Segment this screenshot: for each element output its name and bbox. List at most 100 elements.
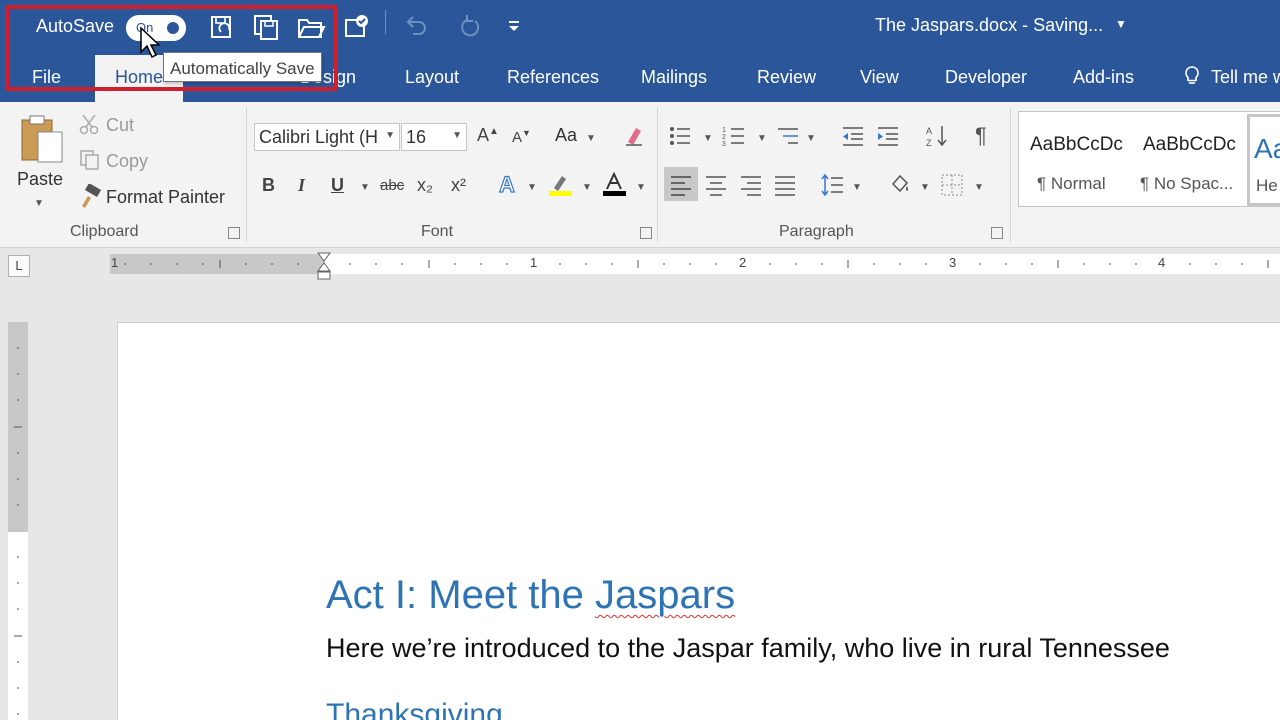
chevron-down-icon[interactable]: ▼ <box>920 182 930 193</box>
ruler-number: 1 <box>111 255 119 270</box>
shading-icon[interactable] <box>887 172 911 196</box>
undo-icon[interactable] <box>401 12 431 42</box>
style-heading1[interactable]: Aa He <box>1247 114 1280 206</box>
touch-mode-icon[interactable] <box>342 12 372 42</box>
style-name: He <box>1256 176 1278 195</box>
customize-qat-icon[interactable] <box>500 12 530 42</box>
indent-marker-icon[interactable] <box>316 251 332 281</box>
tab-review[interactable]: Review <box>757 67 816 88</box>
tab-developer[interactable]: Developer <box>945 67 1027 88</box>
qat-separator <box>385 10 386 34</box>
chevron-down-icon[interactable]: ▼ <box>974 182 984 193</box>
font-name-combo[interactable]: Calibri Light (H ▼ <box>254 123 400 151</box>
title-dropdown-icon[interactable]: ▼ <box>1115 17 1127 31</box>
tab-tell-me[interactable]: Tell me w <box>1211 67 1280 88</box>
ruler-number: 3 <box>949 255 957 270</box>
bold-button[interactable]: B <box>262 175 275 196</box>
svg-text:Z: Z <box>926 138 932 148</box>
group-separator <box>657 108 658 242</box>
vertical-ruler[interactable] <box>8 322 28 720</box>
numbering-icon[interactable]: 123 <box>722 124 746 148</box>
body-paragraph[interactable]: Here we’re introduced to the Jaspar fami… <box>326 633 1170 664</box>
show-formatting-icon[interactable]: ¶ <box>975 123 987 149</box>
style-name: ¶ No Spac... <box>1140 174 1234 193</box>
sort-icon[interactable]: AZ <box>925 124 949 148</box>
borders-icon[interactable] <box>940 173 964 197</box>
tab-selector-button[interactable]: L <box>8 255 30 277</box>
group-separator <box>246 108 247 242</box>
font-color-icon[interactable] <box>602 172 626 196</box>
copy-label[interactable]: Copy <box>106 151 148 172</box>
redo-icon[interactable] <box>455 12 485 42</box>
document-title: The Jaspars.docx - Saving... <box>875 15 1104 35</box>
ribbon: Paste ▼ Cut Copy Format Painter Clipboar… <box>0 102 1280 248</box>
underline-button[interactable]: U <box>331 175 344 196</box>
copy-icon[interactable] <box>78 148 102 172</box>
bullets-icon[interactable] <box>668 124 692 148</box>
ruler-ticks <box>124 260 1269 268</box>
horizontal-ruler[interactable]: 1 1 2 3 4 <box>110 254 1280 274</box>
font-size-value: 16 <box>406 127 427 147</box>
document-page[interactable]: Act I: Meet the Jaspars Here we’re intro… <box>117 322 1280 720</box>
chevron-down-icon[interactable]: ▼ <box>582 182 592 193</box>
multilevel-list-icon[interactable] <box>776 124 800 148</box>
change-case-button[interactable]: Aa <box>555 125 577 146</box>
text-effects-icon[interactable]: A <box>498 171 515 198</box>
italic-button[interactable]: I <box>298 175 305 196</box>
decrease-indent-icon[interactable] <box>841 124 865 148</box>
chevron-down-icon[interactable]: ▼ <box>757 133 767 144</box>
mouse-cursor-icon <box>140 26 161 59</box>
misspelled-word: Jaspars <box>595 573 736 617</box>
font-name-value: Calibri Light (H <box>259 127 379 147</box>
format-painter-label[interactable]: Format Painter <box>106 187 225 208</box>
grow-font-icon[interactable]: A▲ <box>477 125 499 146</box>
cut-icon[interactable] <box>78 112 102 136</box>
chevron-down-icon[interactable]: ▼ <box>806 133 816 144</box>
clear-formatting-icon[interactable] <box>622 124 646 148</box>
paste-dropdown-icon[interactable]: ▼ <box>34 198 44 209</box>
tab-layout[interactable]: Layout <box>405 67 459 88</box>
paste-label[interactable]: Paste <box>17 169 63 190</box>
superscript-button[interactable]: x² <box>451 175 466 196</box>
shrink-font-icon[interactable]: A▼ <box>512 128 531 146</box>
align-center-icon[interactable] <box>704 173 728 197</box>
chevron-down-icon[interactable]: ▼ <box>852 182 862 193</box>
strikethrough-button[interactable]: abc <box>380 177 404 194</box>
tab-add-ins[interactable]: Add-ins <box>1073 67 1134 88</box>
style-sample: AaBbCcDc <box>1143 134 1236 155</box>
styles-gallery: AaBbCcDc ¶ Normal AaBbCcDc ¶ No Spac... … <box>1018 111 1280 207</box>
ruler-number: 1 <box>530 255 538 270</box>
paragraph-launcher-icon[interactable] <box>991 227 1003 239</box>
font-launcher-icon[interactable] <box>640 227 652 239</box>
lightbulb-icon[interactable] <box>1181 65 1203 87</box>
svg-text:3: 3 <box>722 141 726 148</box>
chevron-down-icon[interactable]: ▼ <box>360 182 370 193</box>
chevron-down-icon[interactable]: ▼ <box>703 133 713 144</box>
align-right-icon[interactable] <box>739 173 763 197</box>
heading-thanksgiving[interactable]: Thanksgiving <box>326 698 503 720</box>
line-spacing-icon[interactable] <box>821 173 845 197</box>
tab-view[interactable]: View <box>860 67 899 88</box>
chevron-down-icon[interactable]: ▼ <box>527 182 537 193</box>
cut-label[interactable]: Cut <box>106 115 134 136</box>
font-size-combo[interactable]: 16 ▼ <box>401 123 467 151</box>
highlight-icon[interactable] <box>548 172 572 196</box>
ruler-ticks <box>14 347 22 715</box>
increase-indent-icon[interactable] <box>876 124 900 148</box>
paste-icon[interactable] <box>18 114 66 166</box>
ruler-number: 2 <box>739 255 747 270</box>
clipboard-launcher-icon[interactable] <box>228 227 240 239</box>
tab-references[interactable]: References <box>507 67 599 88</box>
chevron-down-icon[interactable]: ▼ <box>586 133 596 144</box>
chevron-down-icon[interactable]: ▼ <box>636 182 646 193</box>
format-painter-icon[interactable] <box>78 184 102 208</box>
ruler-area: L 1 1 2 3 4 <box>0 248 1280 322</box>
subscript-button[interactable]: x₂ <box>417 175 433 196</box>
style-sample: Aa <box>1254 133 1280 164</box>
heading-act-1[interactable]: Act I: Meet the Jaspars <box>326 573 735 618</box>
style-sample: AaBbCcDc <box>1030 134 1123 155</box>
align-left-icon[interactable] <box>669 173 693 197</box>
tab-mailings[interactable]: Mailings <box>641 67 707 88</box>
svg-text:1: 1 <box>722 127 726 134</box>
justify-icon[interactable] <box>773 173 797 197</box>
